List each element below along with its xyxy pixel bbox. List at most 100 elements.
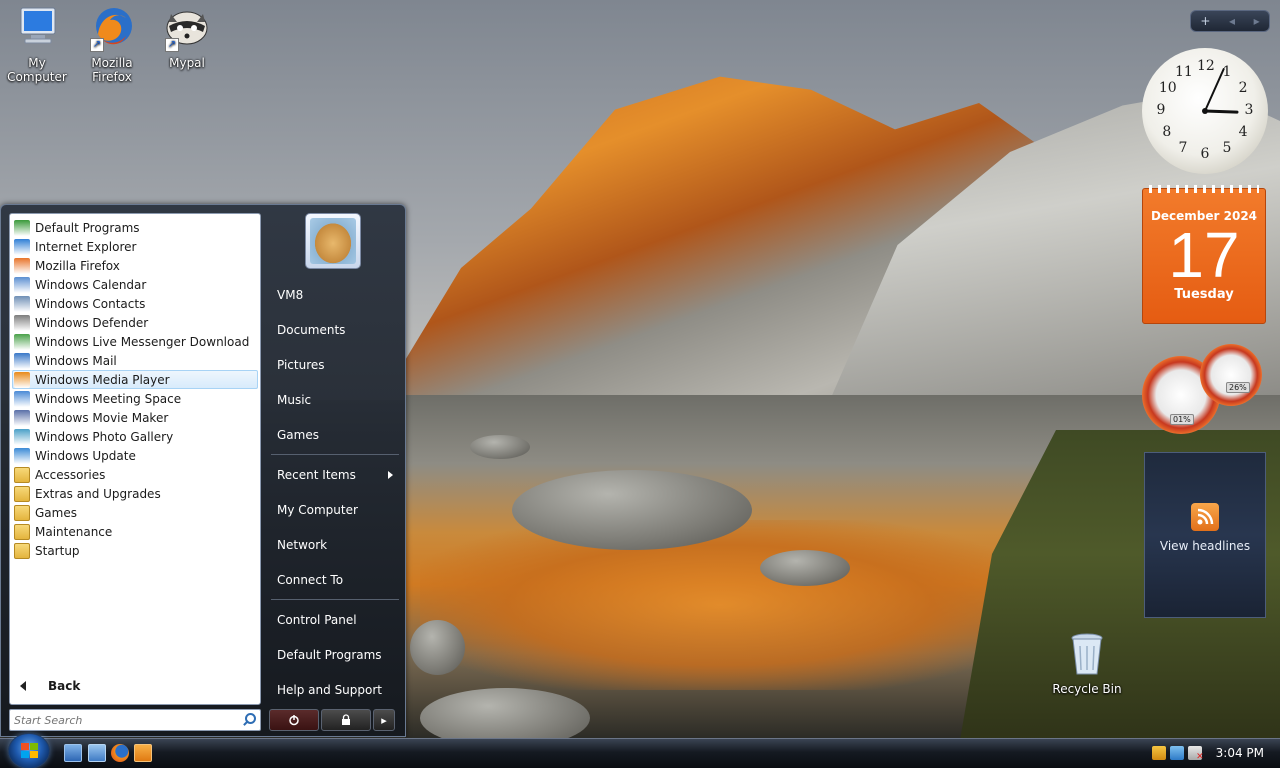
program-item[interactable]: Windows Meeting Space — [10, 389, 260, 408]
network-icon[interactable] — [1169, 746, 1184, 760]
program-item[interactable]: Default Programs — [10, 218, 260, 237]
start-item-documents[interactable]: Documents — [269, 312, 399, 347]
messenger-icon — [14, 333, 30, 350]
start-item-pictures[interactable]: Pictures — [269, 347, 399, 382]
movie-maker-icon — [14, 409, 30, 426]
show-desktop-icon[interactable] — [64, 744, 82, 762]
start-item-music[interactable]: Music — [269, 382, 399, 417]
add-gadget-icon[interactable]: + — [1200, 14, 1210, 28]
contacts-icon — [14, 295, 30, 312]
dog-picture-icon — [310, 218, 356, 264]
defender-icon — [14, 314, 30, 331]
power-icon — [289, 715, 299, 726]
switch-windows-icon[interactable] — [88, 744, 106, 762]
photo-gallery-icon — [14, 428, 30, 445]
start-item-control-panel[interactable]: Control Panel — [269, 602, 399, 637]
program-item[interactable]: Windows Contacts — [10, 294, 260, 313]
user-avatar[interactable] — [305, 213, 361, 269]
program-item[interactable]: Startup — [10, 541, 260, 560]
desktop-icon-mozilla-firefox[interactable]: ↗ Mozilla Firefox — [76, 4, 148, 84]
lock-button[interactable] — [321, 709, 371, 731]
program-label: Windows Movie Maker — [35, 410, 169, 425]
calendar-weekday: Tuesday — [1174, 287, 1234, 302]
start-item-vm8[interactable]: VM8 — [269, 277, 399, 312]
internet-explorer-icon — [14, 238, 30, 255]
start-search-input[interactable] — [14, 713, 240, 727]
desktop-icon-mypal[interactable]: ↗ Mypal — [151, 4, 223, 70]
taskbar-clock[interactable]: 3:04 PM — [1216, 746, 1264, 760]
program-item[interactable]: Windows Calendar — [10, 275, 260, 294]
start-menu: Default Programs Internet Explorer Mozilla… — [0, 204, 406, 737]
search-icon[interactable] — [240, 712, 256, 728]
back-button[interactable]: Back — [10, 674, 260, 698]
program-label: Windows Contacts — [35, 296, 146, 311]
program-item[interactable]: Extras and Upgrades — [10, 484, 260, 503]
start-item-network[interactable]: Network — [269, 527, 399, 562]
program-label: Windows Calendar — [35, 277, 147, 292]
memory-meter-gadget[interactable]: 26% — [1200, 344, 1262, 406]
lock-icon — [342, 714, 350, 725]
start-item-label: Games — [277, 427, 319, 442]
view-headlines-label[interactable]: View headlines — [1145, 539, 1265, 553]
desktop-icon-my-computer[interactable]: My Computer — [1, 4, 73, 84]
program-item[interactable]: Windows Media Player — [12, 370, 258, 389]
firefox-icon[interactable] — [111, 744, 129, 762]
folder-icon — [14, 504, 30, 521]
program-item[interactable]: Maintenance — [10, 522, 260, 541]
next-page-icon[interactable]: ▸ — [1254, 14, 1260, 28]
program-item[interactable]: Games — [10, 503, 260, 522]
start-item-label: Network — [277, 537, 328, 552]
mypal-icon: ↗ — [163, 4, 211, 52]
program-item[interactable]: Accessories — [10, 465, 260, 484]
desktop-icon-recycle-bin[interactable]: Recycle Bin — [1051, 630, 1123, 696]
power-controls: ▸ — [269, 709, 395, 731]
start-item-default-programs[interactable]: Default Programs — [269, 637, 399, 672]
start-item-label: Pictures — [277, 357, 325, 372]
shortcut-arrow-icon: ↗ — [165, 38, 179, 52]
program-item[interactable]: Windows Live Messenger Download — [10, 332, 260, 351]
power-button[interactable] — [269, 709, 319, 731]
clock-gadget[interactable]: 12 1 2 3 4 5 6 7 8 9 10 11 — [1142, 48, 1268, 174]
start-button[interactable] — [8, 733, 50, 768]
program-item[interactable]: Windows Movie Maker — [10, 408, 260, 427]
back-arrow-icon — [20, 681, 26, 691]
calendar-gadget[interactable]: December 2024 17 Tuesday — [1142, 185, 1266, 324]
folder-icon — [14, 542, 30, 559]
volume-muted-icon[interactable]: ✕ — [1187, 746, 1204, 762]
security-icon[interactable] — [1151, 746, 1166, 760]
start-item-help-and-support[interactable]: Help and Support — [269, 672, 399, 707]
sidebar-controls: + ◂ ▸ — [1190, 10, 1270, 32]
media-player-icon[interactable] — [134, 744, 152, 762]
shutdown-options-button[interactable]: ▸ — [373, 709, 395, 731]
desktop-icon-label: Mozilla Firefox — [91, 56, 133, 84]
desktop-icon-label: Recycle Bin — [1052, 682, 1122, 696]
folder-icon — [14, 523, 30, 540]
cpu-usage-label: 01% — [1170, 414, 1194, 425]
start-item-label: Documents — [277, 322, 346, 337]
program-item[interactable]: Windows Update — [10, 446, 260, 465]
program-item[interactable]: Windows Mail — [10, 351, 260, 370]
program-item[interactable]: Mozilla Firefox — [10, 256, 260, 275]
program-item[interactable]: Windows Defender — [10, 313, 260, 332]
mail-icon — [14, 352, 30, 369]
start-item-connect-to[interactable]: Connect To — [269, 562, 399, 597]
desktop-icon-label: My Computer — [7, 56, 67, 84]
program-label: Windows Photo Gallery — [35, 429, 174, 444]
wallpaper-stone — [512, 470, 752, 550]
feed-headlines-gadget[interactable]: View headlines — [1144, 452, 1266, 618]
calendar-day: 17 — [1168, 219, 1240, 291]
start-item-recent-items[interactable]: Recent Items — [269, 457, 399, 492]
start-item-label: VM8 — [277, 287, 304, 302]
program-label: Mozilla Firefox — [35, 258, 120, 273]
taskbar — [0, 738, 1280, 768]
wallpaper-stone — [760, 550, 850, 586]
start-item-games[interactable]: Games — [269, 417, 399, 452]
program-label: Startup — [35, 543, 80, 558]
start-search-box[interactable] — [9, 709, 261, 731]
windows-logo-icon — [21, 743, 39, 759]
start-item-my-computer[interactable]: My Computer — [269, 492, 399, 527]
program-item[interactable]: Internet Explorer — [10, 237, 260, 256]
previous-page-icon[interactable]: ◂ — [1229, 14, 1235, 28]
chevron-right-icon — [388, 470, 393, 479]
program-item[interactable]: Windows Photo Gallery — [10, 427, 260, 446]
